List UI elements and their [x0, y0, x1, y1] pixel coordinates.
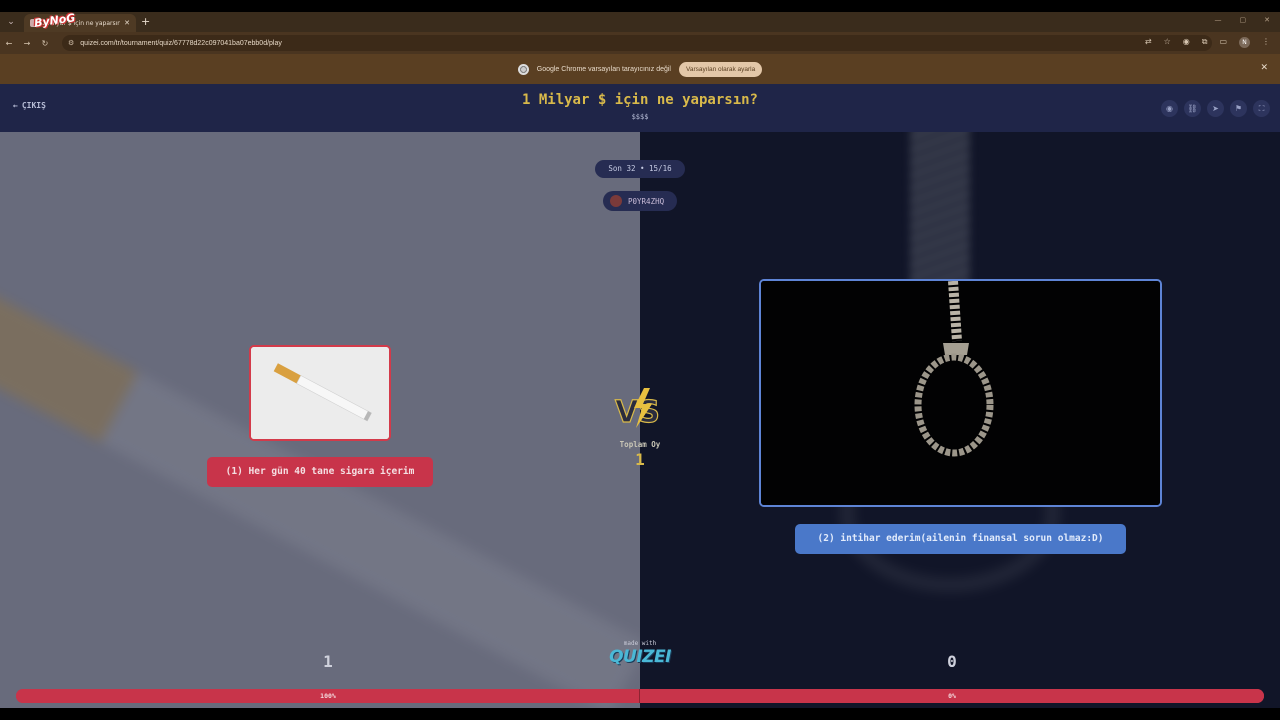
noose-image [761, 281, 1160, 505]
chrome-logo-icon [517, 63, 529, 75]
user-badge: P0YR4ZHQ [603, 191, 677, 211]
made-with-text: made with [623, 640, 657, 647]
right-vote-count: 0 [947, 652, 957, 671]
versus-icon: VS [614, 388, 660, 430]
new-tab-icon[interactable]: + [141, 15, 150, 28]
vote-progress-bar [16, 689, 1264, 703]
url-text: quizei.com/tr/tournament/quiz/67778d22c0… [80, 39, 282, 47]
right-option-label[interactable]: (2) intihar ederim(ailenin finansal soru… [795, 524, 1126, 554]
browser-toolbar: ← → ↻ ⚙ quizei.com/tr/tournament/quiz/67… [0, 32, 1280, 54]
window-controls: — ▢ ✕ [1215, 16, 1271, 24]
avatar [610, 195, 622, 207]
extension-icon[interactable]: ◉ [1183, 37, 1190, 48]
maximize-icon[interactable]: ▢ [1240, 16, 1247, 24]
flag-icon[interactable]: ⚑ [1230, 100, 1247, 117]
progress-divider [639, 689, 640, 703]
infobar-close-icon[interactable]: ✕ [1260, 63, 1268, 73]
quiz-title: 1 Milyar $ için ne yaparsın? [521, 92, 758, 108]
right-option-image[interactable] [759, 279, 1162, 507]
send-icon[interactable]: ➤ [1207, 100, 1224, 117]
tab-close-icon[interactable]: ✕ [124, 19, 130, 27]
tab-search-icon[interactable]: ⌄ [4, 15, 18, 29]
address-bar[interactable]: ⚙ quizei.com/tr/tournament/quiz/67778d22… [62, 35, 1212, 51]
cigarette-background-image [0, 276, 640, 708]
reload-icon[interactable]: ↻ [36, 39, 54, 48]
total-votes-value: 1 [635, 450, 645, 469]
forward-icon[interactable]: → [18, 39, 36, 48]
back-icon[interactable]: ← [0, 39, 18, 48]
eye-icon[interactable]: ◉ [1161, 100, 1178, 117]
extensions-puzzle-icon[interactable]: ⧉ [1202, 37, 1208, 48]
menu-kebab-icon[interactable]: ⋮ [1262, 37, 1270, 48]
site-info-icon[interactable]: ⚙ [68, 39, 74, 47]
left-vote-count: 1 [323, 652, 333, 671]
minimize-icon[interactable]: — [1215, 16, 1222, 24]
username: P0YR4ZHQ [628, 196, 665, 206]
total-votes-label: Toplam Oy [619, 440, 661, 449]
right-percent-label: 0% [948, 692, 956, 700]
header-actions: ◉ ⛓ ➤ ⚑ ⛶ [1161, 100, 1270, 117]
default-browser-infobar: Google Chrome varsayılan tarayıcınız değ… [0, 54, 1280, 84]
set-default-button[interactable]: Varsayılan olarak ayarla [678, 61, 763, 77]
toolbar-actions: ⇄ ☆ ◉ ⧉ ▭ N ⋮ [1145, 37, 1270, 48]
left-percent-label: 100% [320, 692, 336, 700]
left-vote-fill [16, 689, 1264, 703]
window-close-icon[interactable]: ✕ [1264, 16, 1270, 24]
profile-avatar[interactable]: N [1239, 37, 1250, 48]
round-indicator: Son 32 • 15/16 [595, 160, 685, 178]
bookmark-star-icon[interactable]: ☆ [1164, 37, 1171, 48]
left-option-label[interactable]: (1) Her gün 40 tane sigara içerim [207, 457, 433, 487]
sidebar-icon[interactable]: ▭ [1219, 37, 1227, 48]
quizei-logo[interactable]: QUIZEI [606, 647, 674, 667]
infobar-message: Google Chrome varsayılan tarayıcınız değ… [536, 65, 671, 73]
quiz-header: ← ÇIKIŞ 1 Milyar $ için ne yaparsın? $$$… [0, 84, 1280, 132]
translate-icon[interactable]: ⇄ [1145, 37, 1152, 48]
fullscreen-icon[interactable]: ⛶ [1253, 100, 1270, 117]
cigarette-image [251, 347, 389, 439]
share-link-icon[interactable]: ⛓ [1184, 100, 1201, 117]
versus-arena: Son 32 • 15/16 P0YR4ZHQ (1) Her gün 40 t… [0, 132, 1280, 708]
browser-tabbar: ⌄ 1 Milyar $ için ne yaparsın? - Q... ✕ … [0, 12, 1280, 32]
screen: ⌄ 1 Milyar $ için ne yaparsın? - Q... ✕ … [0, 12, 1280, 708]
quiz-subtitle: $$$$ [631, 113, 649, 121]
left-option-image[interactable] [249, 345, 391, 441]
